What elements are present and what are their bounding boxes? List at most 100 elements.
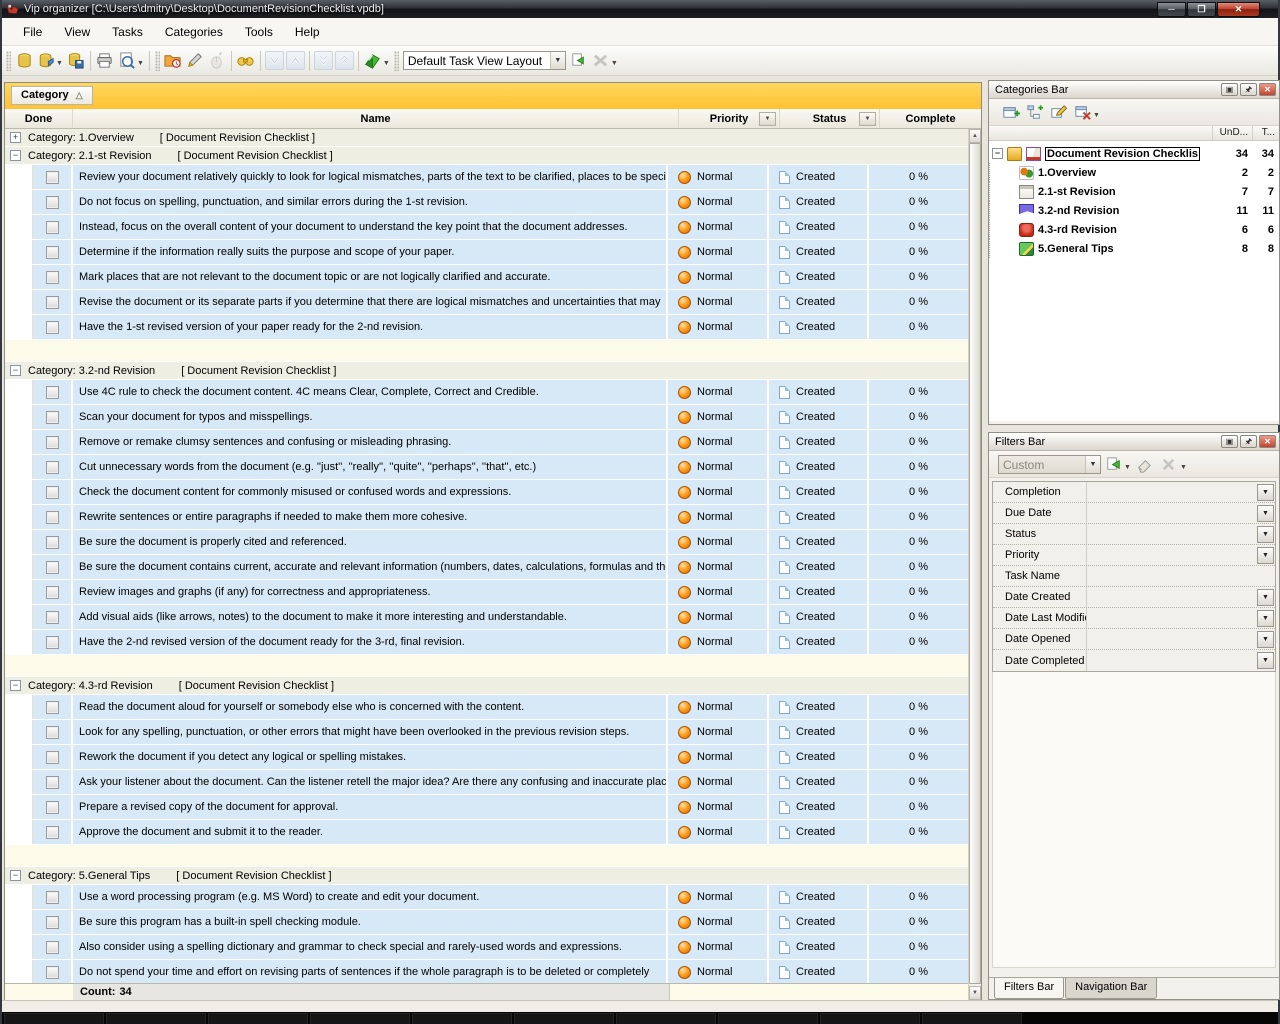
task-row[interactable]: Use a word processing program (e.g. MS W… xyxy=(5,885,968,910)
print-dropdown[interactable]: ▼ xyxy=(137,60,144,67)
task-row[interactable]: Determine if the information really suit… xyxy=(5,240,968,265)
restore-button[interactable]: ❐ xyxy=(1187,2,1216,17)
filter-dropdown-icon[interactable]: ▼ xyxy=(1257,652,1274,669)
category-label[interactable]: 1.Overview xyxy=(1038,167,1096,179)
done-checkbox[interactable] xyxy=(46,966,59,979)
category-tree-row[interactable]: 2.1-st Revision77 xyxy=(989,182,1279,201)
category-label[interactable]: 4.3-rd Revision xyxy=(1038,224,1117,236)
open-database-icon[interactable] xyxy=(35,50,57,72)
scroll-up-icon[interactable]: ▲ xyxy=(969,129,981,143)
done-checkbox[interactable] xyxy=(46,246,59,259)
task-row[interactable]: Have the 2-nd revised version of the doc… xyxy=(5,630,968,655)
filter-dropdown-icon[interactable]: ▼ xyxy=(1257,505,1274,522)
taskbar-item[interactable] xyxy=(412,1013,512,1024)
status-filter-button[interactable]: ▼ xyxy=(859,112,876,126)
categories-hide-icon[interactable]: ▣ xyxy=(1221,83,1238,96)
done-checkbox[interactable] xyxy=(46,511,59,524)
done-checkbox[interactable] xyxy=(46,776,59,789)
menu-view[interactable]: View xyxy=(53,22,101,42)
category-label[interactable]: 3.2-nd Revision xyxy=(1038,205,1119,217)
done-checkbox[interactable] xyxy=(46,196,59,209)
open-database-dropdown[interactable]: ▼ xyxy=(56,60,63,67)
done-checkbox[interactable] xyxy=(46,826,59,839)
done-checkbox[interactable] xyxy=(46,701,59,714)
menu-tools[interactable]: Tools xyxy=(234,22,284,42)
task-row[interactable]: Be sure this program has a built-in spel… xyxy=(5,910,968,935)
close-button[interactable]: ✕ xyxy=(1217,2,1260,17)
save-layout-icon[interactable] xyxy=(568,50,590,72)
filters-toolbar-dropdown[interactable]: ▼ xyxy=(1180,464,1187,471)
task-row[interactable]: Do not spend your time and effort on rev… xyxy=(5,960,968,983)
taskbar-item[interactable] xyxy=(820,1013,920,1024)
done-checkbox[interactable] xyxy=(46,321,59,334)
priority-filter-button[interactable]: ▼ xyxy=(759,112,776,126)
column-header-name[interactable]: Name xyxy=(73,109,679,128)
filter-dropdown-icon[interactable]: ▼ xyxy=(1257,589,1274,606)
scrollbar-thumb[interactable] xyxy=(969,143,981,984)
task-row[interactable]: Be sure the document contains current, a… xyxy=(5,555,968,580)
task-row[interactable]: Mark places that are not relevant to the… xyxy=(5,265,968,290)
collapse-icon[interactable]: − xyxy=(10,150,21,161)
categories-close-icon[interactable]: ✕ xyxy=(1259,83,1276,96)
column-header-complete[interactable]: Complete xyxy=(880,109,981,128)
task-row[interactable]: Approve the document and submit it to th… xyxy=(5,820,968,845)
layout-combobox[interactable]: Default Task View Layout ▼ xyxy=(403,51,566,70)
filters-pin-icon[interactable]: 🖈 xyxy=(1240,435,1257,448)
done-checkbox[interactable] xyxy=(46,751,59,764)
layout-icon[interactable] xyxy=(362,50,384,72)
category-tree-row[interactable]: 5.General Tips88 xyxy=(989,239,1279,258)
column-header-priority[interactable]: Priority ▼ xyxy=(679,109,780,128)
done-checkbox[interactable] xyxy=(46,221,59,234)
collapse-icon[interactable]: − xyxy=(10,680,21,691)
new-task-icon[interactable] xyxy=(162,50,184,72)
menu-file[interactable]: File xyxy=(12,22,53,42)
category-group-row[interactable]: +Category: 1.Overview[ Document Revision… xyxy=(5,129,968,147)
taskbar-item[interactable] xyxy=(208,1013,308,1024)
expand-icon[interactable]: + xyxy=(10,132,21,143)
category-tree-row[interactable]: −Document Revision Checklis3434 xyxy=(989,144,1279,163)
delete-category-icon[interactable] xyxy=(1070,101,1094,123)
minimize-button[interactable]: ─ xyxy=(1157,2,1186,17)
done-checkbox[interactable] xyxy=(46,561,59,574)
toolbar-grip[interactable] xyxy=(6,51,11,71)
task-row[interactable]: Review your document relatively quickly … xyxy=(5,165,968,190)
taskbar-item[interactable] xyxy=(106,1013,206,1024)
task-row[interactable]: Rewrite sentences or entire paragraphs i… xyxy=(5,505,968,530)
task-row[interactable]: Remove or remake clumsy sentences and co… xyxy=(5,430,968,455)
taskbar-item[interactable] xyxy=(718,1013,818,1024)
collapse-icon[interactable]: − xyxy=(992,148,1003,159)
done-checkbox[interactable] xyxy=(46,436,59,449)
categories-pin-icon[interactable]: 🖈 xyxy=(1240,83,1257,96)
print-preview-icon[interactable] xyxy=(116,50,138,72)
category-group-row[interactable]: −Category: 4.3-rd Revision[ Document Rev… xyxy=(5,677,968,695)
task-row[interactable]: Scan your document for typos and misspel… xyxy=(5,405,968,430)
task-row[interactable]: Also consider using a spelling dictionar… xyxy=(5,935,968,960)
filters-close-icon[interactable]: ✕ xyxy=(1259,435,1276,448)
apply-filter-icon[interactable] xyxy=(1101,453,1125,475)
column-header-status[interactable]: Status ▼ xyxy=(780,109,880,128)
task-row[interactable]: Revise the document or its separate part… xyxy=(5,290,968,315)
collapse-icon[interactable]: − xyxy=(10,365,21,376)
menu-categories[interactable]: Categories xyxy=(154,22,234,42)
column-header-done[interactable]: Done xyxy=(5,109,73,128)
task-row[interactable]: Cut unnecessary words from the document … xyxy=(5,455,968,480)
edit-category-icon[interactable] xyxy=(1046,101,1070,123)
total-column-header[interactable]: T... xyxy=(1252,126,1279,140)
clear-filter-icon[interactable] xyxy=(1133,453,1157,475)
category-label[interactable]: 5.General Tips xyxy=(1038,243,1114,255)
done-checkbox[interactable] xyxy=(46,271,59,284)
filters-hide-icon[interactable]: ▣ xyxy=(1221,435,1238,448)
filter-preset-dropdown[interactable]: ▼ xyxy=(1085,456,1100,473)
layout-dropdown[interactable]: ▼ xyxy=(383,60,390,67)
category-label[interactable]: Document Revision Checklis xyxy=(1045,147,1200,161)
done-checkbox[interactable] xyxy=(46,611,59,624)
taskbar[interactable] xyxy=(2,1012,1278,1024)
apply-filter-dropdown[interactable]: ▼ xyxy=(1124,464,1131,471)
task-row[interactable]: Add visual aids (like arrows, notes) to … xyxy=(5,605,968,630)
task-row[interactable]: Have the 1-st revised version of your pa… xyxy=(5,315,968,340)
done-checkbox[interactable] xyxy=(46,801,59,814)
collapse-icon[interactable]: − xyxy=(10,870,21,881)
done-checkbox[interactable] xyxy=(46,586,59,599)
filter-dropdown-icon[interactable]: ▼ xyxy=(1257,610,1274,627)
done-checkbox[interactable] xyxy=(46,411,59,424)
